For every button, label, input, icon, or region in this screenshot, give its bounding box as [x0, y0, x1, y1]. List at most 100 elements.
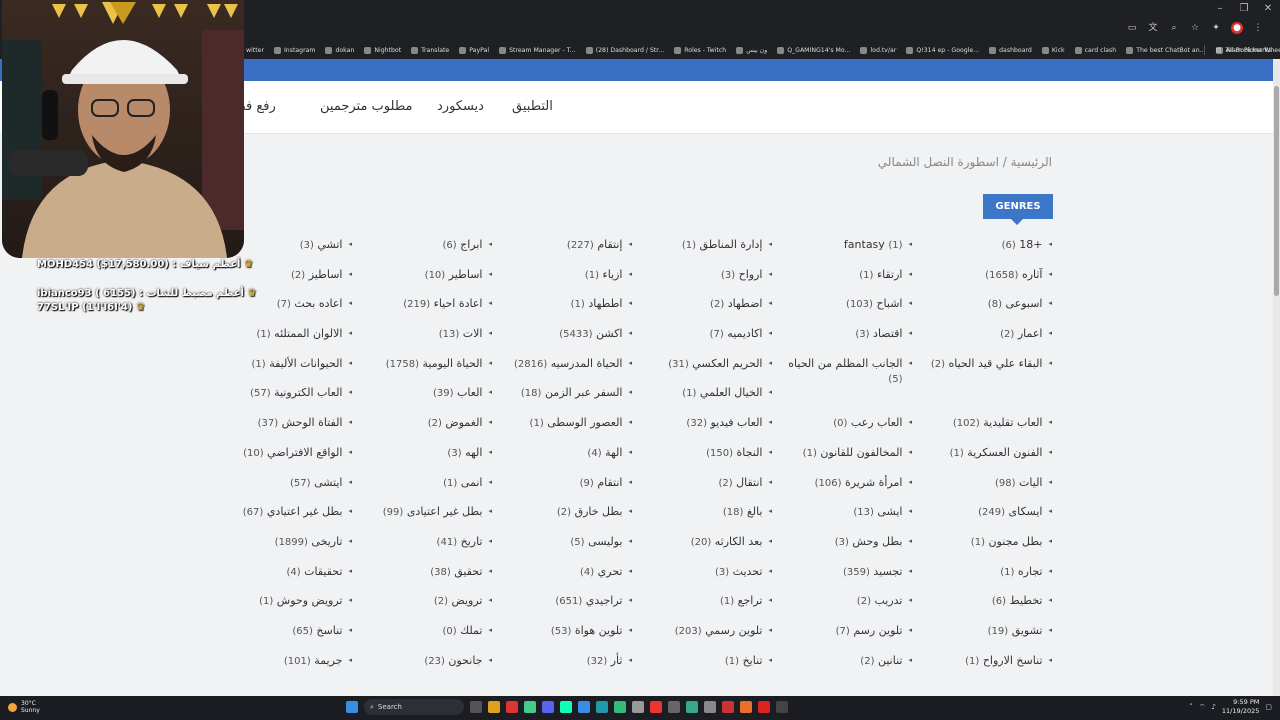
bookmark-item[interactable]: Translate	[411, 46, 449, 54]
genre-item[interactable]: ◂ آثاره (1658)	[922, 267, 1062, 297]
chevron-up-icon[interactable]: ˄	[1189, 703, 1193, 711]
genre-item[interactable]: ◂ تنانين (2)	[782, 653, 922, 683]
bookmark-item[interactable]: Kick	[1041, 46, 1065, 54]
nav-app[interactable]: التطبيق	[512, 81, 553, 133]
genre-item[interactable]: ◂ البقاء علي قيد الحياه (2)	[922, 356, 1062, 386]
genre-item[interactable]: ◂ تراجع (1)	[642, 593, 782, 623]
genre-item[interactable]: ◂ الواقع الافتراضي (10)	[222, 445, 362, 475]
genre-item[interactable]: ◂ النجاة (150)	[642, 445, 782, 475]
genre-item[interactable]: ◂ الحريم العكسي (31)	[642, 356, 782, 386]
genre-item[interactable]: ◂ المخالفون للقانون (1)	[782, 445, 922, 475]
telegram-icon[interactable]	[596, 701, 608, 713]
app-icon[interactable]	[686, 701, 698, 713]
app-icon[interactable]	[506, 701, 518, 713]
genre-item[interactable]: ◂ الات (13)	[362, 326, 502, 356]
genre-item[interactable]: ◂ تناسخ (65)	[222, 623, 362, 653]
notification-icon[interactable]: ▢	[1265, 703, 1272, 711]
genre-item[interactable]: ◂ اعادة احياء (219)	[362, 296, 502, 326]
genre-item[interactable]: ◂ بوليسى (5)	[502, 534, 642, 564]
genre-item[interactable]: ◂ ازياء (1)	[502, 267, 642, 297]
genre-item[interactable]: ◂ تحقيق (38)	[362, 564, 502, 594]
genre-item[interactable]: ◂ ترويض وحوش (1)	[222, 593, 362, 623]
genre-item[interactable]: ◂ بطل غير اعتيادى (99)	[362, 504, 502, 534]
extensions-icon[interactable]: ✦	[1210, 22, 1222, 34]
all-bookmarks[interactable]: ▤ All Bookmarks	[1204, 41, 1272, 59]
genre-item[interactable]: ◂ العصور الوسطى (1)	[502, 415, 642, 445]
genre-item[interactable]: ◂ الالوان الممتلئه (1)	[222, 326, 362, 356]
nav-translators[interactable]: مطلوب مترجمين	[320, 81, 412, 133]
genre-item[interactable]: ◂ اكشن (5433)	[502, 326, 642, 356]
bookmark-item[interactable]: Nightbot	[364, 46, 401, 54]
zoom-icon[interactable]: ⌕	[1168, 22, 1180, 34]
app-icon[interactable]	[740, 701, 752, 713]
network-icon[interactable]: ⌔	[1199, 703, 1206, 712]
minimize-icon[interactable]: –	[1208, 0, 1232, 18]
genre-item[interactable]: ◂ ايتشى (57)	[222, 475, 362, 505]
genre-item[interactable]: ◂ بطل وحش (3)	[782, 534, 922, 564]
app-icon[interactable]	[668, 701, 680, 713]
genre-item[interactable]: ◂ ارتقاء (1)	[782, 267, 922, 297]
genre-item[interactable]: ◂ تملك (0)	[362, 623, 502, 653]
cast-icon[interactable]: ▭	[1126, 22, 1138, 34]
steam-icon[interactable]	[632, 701, 644, 713]
bookmark-star-icon[interactable]: ☆	[1189, 22, 1201, 34]
genre-item[interactable]: ◂ اططهاد (1)	[502, 296, 642, 326]
genre-item[interactable]: ◂ تنايخ (1)	[642, 653, 782, 683]
menu-icon[interactable]: ⋮	[1252, 22, 1264, 34]
genre-item[interactable]: ◂ جانحون (23)	[362, 653, 502, 683]
genre-item[interactable]: ◂ الهه (3)	[362, 445, 502, 475]
genre-item[interactable]: ◂ اساطير (10)	[362, 267, 502, 297]
profile-icon[interactable]: ●	[1231, 22, 1243, 34]
genre-item[interactable]: ◂ تدريب (2)	[782, 593, 922, 623]
edge-icon[interactable]	[578, 701, 590, 713]
weather-widget[interactable]: 30°C Sunny	[8, 700, 40, 714]
genre-item[interactable]: ◂ الفتاة الوحش (37)	[222, 415, 362, 445]
genre-item[interactable]: ◂ تشويق (19)	[922, 623, 1062, 653]
genre-item[interactable]: ◂ العاب الكترونية (57)	[222, 385, 362, 415]
genre-item[interactable]: ◂ تحقيقات (4)	[222, 564, 362, 594]
bookmark-item[interactable]: card clash	[1074, 46, 1116, 54]
bookmark-item[interactable]: Q!314 ep - Google...	[906, 46, 979, 54]
bookmark-item[interactable]: Instagram	[273, 46, 315, 54]
genre-item[interactable]: ◂ بطل خارق (2)	[502, 504, 642, 534]
genre-item[interactable]: ◂ انمى (1)	[362, 475, 502, 505]
task-view-icon[interactable]	[470, 701, 482, 713]
genre-item[interactable]: ◂ +18 (6)	[922, 237, 1062, 267]
genre-item[interactable]: ◂ اكاديميه (7)	[642, 326, 782, 356]
genre-item[interactable]: ◂ تحديث (3)	[642, 564, 782, 594]
genre-item[interactable]: ◂ ارواح (3)	[642, 267, 782, 297]
bookmark-item[interactable]: dashboard	[989, 46, 1032, 54]
genre-item[interactable]: ◂ تناسخ الارواح (1)	[922, 653, 1062, 683]
genre-item[interactable]: ◂ تحري (4)	[502, 564, 642, 594]
genre-item[interactable]: ◂ العاب رعب (0)	[782, 415, 922, 445]
genre-item[interactable]: ◂ الحيوانات الأليفة (1)	[222, 356, 362, 386]
genre-item[interactable]: ◂ تلوين هواة (53)	[502, 623, 642, 653]
translate-icon[interactable]: 文	[1147, 22, 1159, 34]
genre-item[interactable]: ◂ ايشى (13)	[782, 504, 922, 534]
genre-item[interactable]: ◂ اشباح (103)	[782, 296, 922, 326]
app-icon[interactable]	[758, 701, 770, 713]
genre-item[interactable]: ◂ اعاده بحث (7)	[222, 296, 362, 326]
genre-item[interactable]: ◂ تلوين رسمي (203)	[642, 623, 782, 653]
genre-item[interactable]: ◂ بطل مجنون (1)	[922, 534, 1062, 564]
genre-item[interactable]: ◂ امرأة شريرة (106)	[782, 475, 922, 505]
genre-item[interactable]: ◂ إدارة المناطق (1)	[642, 237, 782, 267]
genre-item[interactable]: ◂ انتقال (2)	[642, 475, 782, 505]
bookmark-item[interactable]: (28) Dashboard / Str...	[585, 46, 664, 54]
genre-item[interactable]: ◂ إنتقام (227)	[502, 237, 642, 267]
bookmark-item[interactable]: Stream Manager - T...	[499, 46, 576, 54]
genre-item[interactable]: ◂ العاب فيديو (32)	[642, 415, 782, 445]
genre-item[interactable]: ◂ الحياة اليومية (1758)	[362, 356, 502, 386]
bookmark-item[interactable]: ون بيس	[736, 46, 767, 54]
app-icon[interactable]	[560, 701, 572, 713]
genre-item[interactable]: ◂ تاريخ (41)	[362, 534, 502, 564]
genre-item[interactable]: ◂ بطل غير اعتيادي (67)	[222, 504, 362, 534]
genre-item[interactable]: ◂ الحياة المدرسيه (2816)	[502, 356, 642, 386]
app-icon[interactable]	[650, 701, 662, 713]
genre-item[interactable]: ◂ تلوين رسم (7)	[782, 623, 922, 653]
scrollbar-thumb[interactable]	[1274, 86, 1279, 296]
genre-item[interactable]: ◂ تجاره (1)	[922, 564, 1062, 594]
genre-item[interactable]: ◂ بعد الكارثه (20)	[642, 534, 782, 564]
genre-item[interactable]: ◂ اليات (98)	[922, 475, 1062, 505]
clock[interactable]: 9:59 PM 11/19/2025	[1222, 698, 1259, 716]
